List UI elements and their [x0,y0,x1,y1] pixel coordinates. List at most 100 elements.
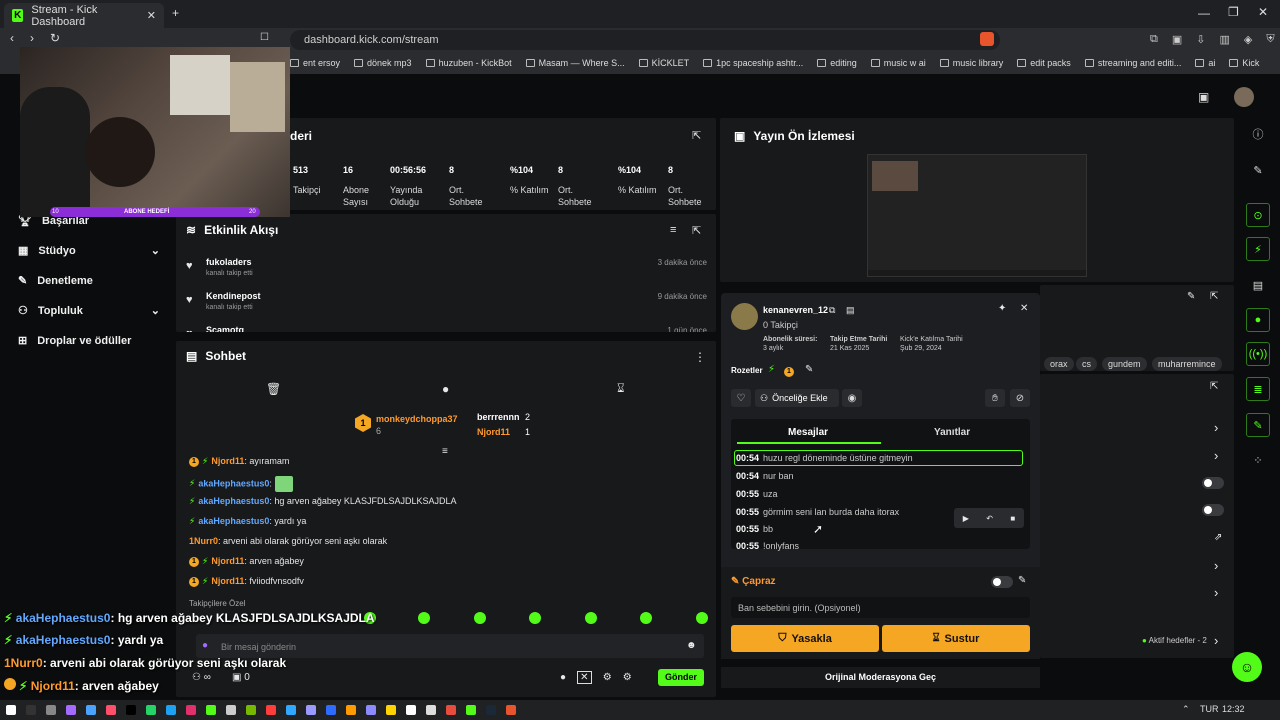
mic-icon[interactable]: ● [202,640,208,651]
stream-tag[interactable]: cs [1076,357,1097,371]
taskbar-app-icon[interactable] [66,705,76,715]
minimize-icon[interactable]: — [1198,6,1210,20]
taskbar-app-icon[interactable] [286,705,296,715]
taskbar-app-icon[interactable] [346,705,356,715]
edit-section-icon[interactable]: ✎ [1018,575,1026,586]
chevron-right-icon[interactable]: › [1214,558,1218,573]
stream-tag[interactable]: gundem [1102,357,1147,371]
sidebar-toggle-icon[interactable]: ▥ [1219,33,1229,46]
emote-icon[interactable] [696,612,708,624]
taskbar-app-icon[interactable] [466,705,476,715]
bookmark-item[interactable]: editing [817,58,857,68]
chat-more-icon[interactable]: ⋮ [694,350,706,364]
browser-tab[interactable]: K Stream - Kick Dashboard ✕ [4,3,164,28]
taskbar-app-icon[interactable] [46,705,56,715]
bookmark-item[interactable]: music w ai [870,58,926,68]
nav-moderation[interactable]: ✎ Denetleme [18,274,160,288]
nav-drops[interactable]: ⊞ Droplar ve ödüller [18,334,160,348]
close-tab-icon[interactable]: ✕ [147,9,156,22]
edit-icon[interactable]: ✎ [1187,291,1195,302]
taskbar-app-icon[interactable] [166,705,176,715]
url-field[interactable]: dashboard.kick.com/stream [290,30,1000,50]
taskbar-app-icon[interactable] [486,705,496,715]
brave-shield-icon[interactable] [980,32,994,46]
wrench-icon[interactable]: ✎ [1246,413,1270,437]
section-toggle[interactable] [991,576,1013,588]
close-card-icon[interactable]: ✕ [1020,303,1028,314]
play-icon[interactable]: ▶ [963,514,969,523]
settings-gear-icon[interactable]: ⚙ [603,672,612,683]
tray-chevron-icon[interactable]: ⌃ [1182,704,1190,715]
original-moderation-button[interactable]: Orijinal Moderasyona Geç [721,667,1040,688]
pencil-icon[interactable]: ✎ [1246,158,1270,182]
chat-username[interactable]: Njord11 [211,576,244,586]
add-priority-button[interactable]: ⚇ Önceliğe Ekle [755,389,839,407]
chat-username[interactable]: Njord11 [211,456,244,466]
bot-icon[interactable]: ⚙ [623,672,632,683]
taskbar-app-icon[interactable] [506,705,516,715]
stream-tag[interactable]: muharremince [1152,357,1222,371]
leader-first-name[interactable]: monkeydchoppa37 [376,414,458,424]
bookmark-item[interactable]: edit packs [1017,58,1071,68]
back-icon[interactable]: ‹ [10,31,14,45]
bookmark-item[interactable]: Kick [1229,58,1259,68]
calendar-icon[interactable]: ▤ [846,305,855,316]
trash-icon[interactable]: 🗑︎ [266,382,281,396]
bolt-icon[interactable]: ⚡︎ [1246,237,1270,261]
broadcast-icon[interactable]: ((•)) [1246,342,1270,366]
bookmark-item[interactable]: dönek mp3 [354,58,412,68]
stream-tag[interactable]: orax [1044,357,1074,371]
downloads-icon[interactable]: ⇩ [1196,33,1205,46]
emote-icon[interactable] [474,612,486,624]
taskbar-app-icon[interactable] [246,705,256,715]
taskbar-app-icon[interactable] [226,705,236,715]
collapse-icon[interactable]: ≡ [442,446,448,457]
bookmark-item[interactable]: KİCKLET [638,58,689,68]
screenshot-icon[interactable]: ▣ [1172,33,1182,46]
heart-button[interactable]: ♡ [731,389,751,407]
restore-icon[interactable]: ❐ [1228,5,1239,19]
taskbar-app-icon[interactable] [326,705,336,715]
taskbar-app-icon[interactable] [146,705,156,715]
bookmark-item[interactable]: Masam — Where S... [525,58,625,68]
mute-button[interactable]: ⌛︎ Sustur [882,625,1030,652]
studio-icon[interactable]: ▣ [1198,90,1209,104]
widget-icon[interactable]: ⊙ [1246,203,1270,227]
tab-replies[interactable]: Yanıtlar [934,427,970,438]
active-goals-label[interactable]: ● Aktif hedefler - 2 [1142,636,1207,645]
taskbar-app-icon[interactable] [266,705,276,715]
tray-time[interactable]: 12:32 [1222,704,1245,714]
toggle-switch[interactable] [1202,477,1224,489]
bookmark-item[interactable]: huzuben - KickBot [425,58,512,68]
bookmark-item[interactable]: ent ersoy [290,58,340,68]
event-user[interactable]: fukoladers [206,257,252,267]
extensions-icon[interactable]: ⧉ [1150,33,1158,46]
bubble-icon[interactable]: ● [560,672,566,683]
pin-icon[interactable]: ✦ [998,303,1006,314]
watch-button[interactable]: ◉ [842,389,862,407]
chat-bubble-icon[interactable]: ● [442,382,449,396]
taskbar-app-icon[interactable] [366,705,376,715]
copy-icon[interactable]: ⧉ [829,305,835,316]
taskbar-app-icon[interactable] [446,705,456,715]
emote-icon[interactable] [585,612,597,624]
chat-username[interactable]: akaHephaestus0 [198,516,269,526]
chevron-right-icon[interactable]: › [1214,585,1218,600]
taskbar-app-icon[interactable] [306,705,316,715]
slow-mode-icon[interactable]: ✕ [577,671,592,684]
tray-lang[interactable]: TUR [1200,704,1219,714]
document-icon[interactable]: ▤ [1246,273,1270,297]
stream-preview-video[interactable] [867,154,1087,277]
popout-icon-3[interactable]: ⇱ [1210,381,1218,392]
emote-icon[interactable] [418,612,430,624]
taskbar-app-icon[interactable] [106,705,116,715]
event-user[interactable]: Scamotg [206,325,244,332]
popout-icon-2[interactable]: ⇱ [1210,291,1218,302]
undo-icon[interactable]: ↶ [986,514,993,523]
close-window-icon[interactable]: ✕ [1258,5,1268,19]
chat-username[interactable]: Njord11 [211,556,244,566]
leader-third-name[interactable]: Njord11 [477,427,510,437]
emote-icon[interactable] [640,612,652,624]
hourglass-icon[interactable]: ⌛︎ [617,381,625,396]
taskbar-app-icon[interactable] [6,705,16,715]
